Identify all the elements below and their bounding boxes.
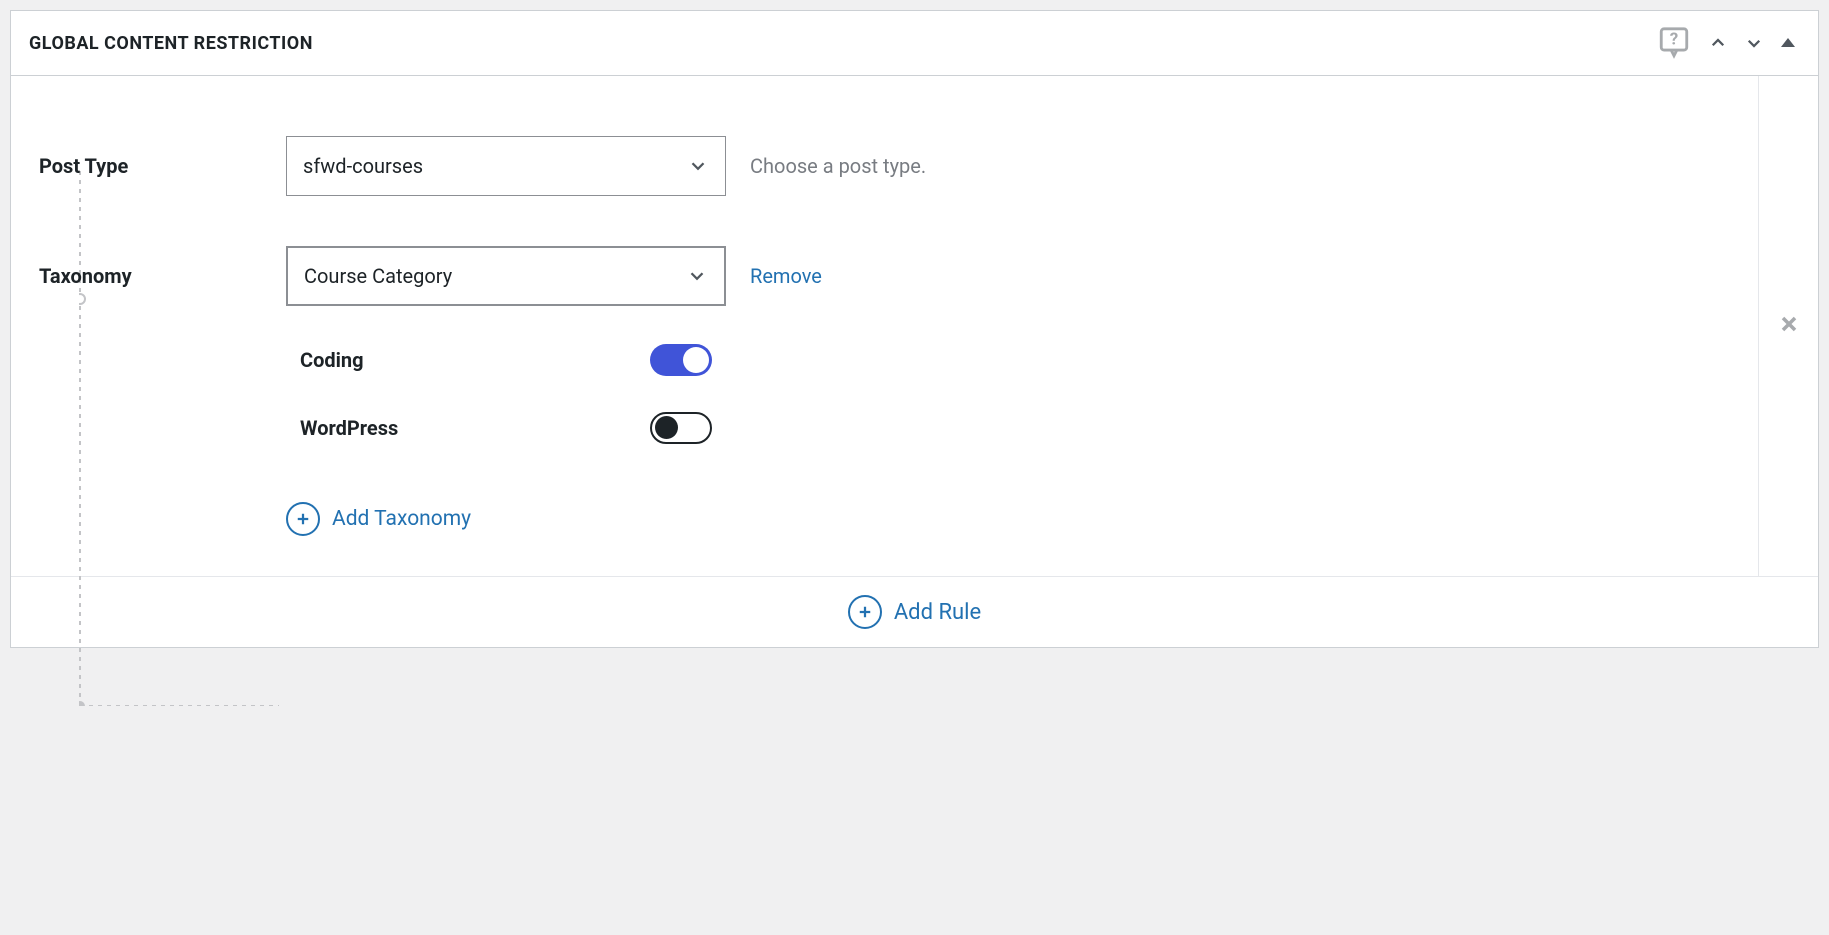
add-rule-button[interactable]: Add Rule [11, 576, 1818, 647]
term-row-coding: Coding [286, 326, 726, 394]
add-taxonomy-button[interactable]: Add Taxonomy [286, 502, 1738, 536]
move-up-button[interactable] [1704, 29, 1732, 57]
close-icon [1777, 312, 1801, 336]
taxonomy-row: Taxonomy Course Category Remove [31, 246, 1738, 306]
collapse-toggle-button[interactable] [1776, 31, 1800, 55]
close-rule-column [1758, 76, 1818, 576]
term-label: WordPress [300, 416, 398, 440]
post-type-label: Post Type [31, 154, 286, 178]
post-type-hint: Choose a post type. [750, 154, 926, 178]
post-type-select[interactable]: sfwd-courses [286, 136, 726, 196]
rule-block: Post Type sfwd-courses Choose a post typ… [11, 76, 1758, 576]
taxonomy-select[interactable]: Course Category [286, 246, 726, 306]
term-toggle-coding[interactable] [650, 344, 712, 376]
plus-icon [848, 595, 882, 629]
add-taxonomy-label: Add Taxonomy [332, 507, 471, 531]
add-rule-label: Add Rule [894, 600, 981, 625]
chevron-down-icon [686, 265, 708, 287]
post-type-row: Post Type sfwd-courses Choose a post typ… [31, 136, 1738, 196]
close-rule-button[interactable] [1777, 312, 1801, 340]
svg-text:?: ? [1670, 29, 1678, 49]
remove-taxonomy-link[interactable]: Remove [750, 264, 822, 288]
term-toggle-wordpress[interactable] [650, 412, 712, 444]
post-type-select-value: sfwd-courses [303, 154, 423, 178]
taxonomy-label: Taxonomy [31, 264, 286, 288]
help-icon[interactable]: ? [1652, 25, 1696, 61]
panel-header-actions: ? [1652, 25, 1800, 61]
panel-title: GLOBAL CONTENT RESTRICTION [29, 33, 313, 54]
taxonomy-terms: Coding WordPress [286, 326, 726, 462]
term-label: Coding [300, 348, 364, 372]
panel-body: Post Type sfwd-courses Choose a post typ… [11, 76, 1818, 576]
taxonomy-select-value: Course Category [304, 264, 452, 288]
term-row-wordpress: WordPress [286, 394, 726, 462]
panel-header: GLOBAL CONTENT RESTRICTION ? [11, 11, 1818, 76]
plus-icon [286, 502, 320, 536]
move-down-button[interactable] [1740, 29, 1768, 57]
global-content-restriction-panel: GLOBAL CONTENT RESTRICTION ? [10, 10, 1819, 648]
chevron-down-icon [687, 155, 709, 177]
